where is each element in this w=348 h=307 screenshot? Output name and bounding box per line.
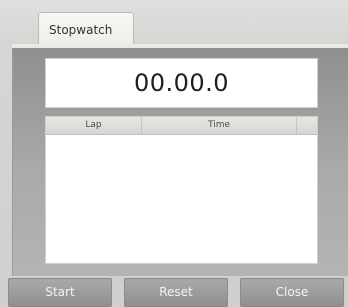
reset-button[interactable]: Reset [124,278,228,307]
column-divider [296,117,297,134]
stopwatch-panel: 00.00.0 Lap Time [12,48,348,276]
timer-value: 00.00.0 [133,69,230,97]
lap-table-header: Lap Time [46,117,317,135]
button-bar: Start Reset Close [0,278,348,307]
close-button[interactable]: Close [240,278,344,307]
column-header-lap: Lap [85,120,102,130]
lap-table: Lap Time [45,116,318,264]
column-divider [141,117,142,134]
stopwatch-screen: Stopwatch 00.00.0 Lap Time Start Reset C… [0,0,348,307]
column-header-time: Time [207,120,231,130]
timer-display: 00.00.0 [45,58,318,108]
tab-stopwatch[interactable]: Stopwatch [38,12,134,46]
start-button[interactable]: Start [8,278,112,307]
lap-list [46,135,317,263]
tab-label: Stopwatch [49,23,113,37]
